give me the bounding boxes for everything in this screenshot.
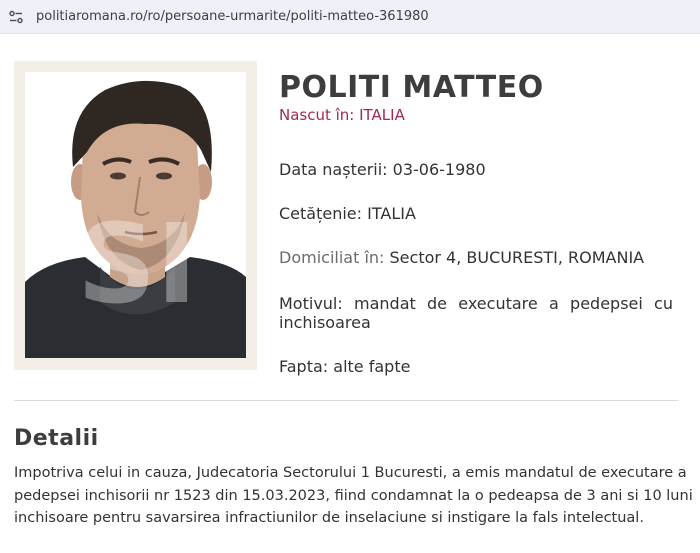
motive-row: Motivul: mandat de executare a pedepsei … — [279, 294, 673, 332]
site-settings-icon[interactable] — [8, 9, 24, 25]
url-text[interactable]: politiaromana.ro/ro/persoane-urmarite/po… — [36, 9, 429, 24]
photo-watermark: SI — [77, 200, 197, 328]
citizenship-value: ITALIA — [367, 204, 416, 223]
details-line: inchisoare pentru savarsirea infractiuni… — [14, 510, 644, 526]
motive-line-2: inchisoarea — [279, 313, 371, 332]
domicile-label: Domiciliat în: — [279, 248, 385, 267]
birth-country: Nascut în: ITALIA — [279, 106, 405, 124]
address-bar[interactable]: politiaromana.ro/ro/persoane-urmarite/po… — [0, 0, 700, 34]
motive-label: Motivul: — [279, 294, 343, 313]
birth-date-label: Data nașterii: — [279, 160, 388, 179]
deed-row: Fapta: alte fapte — [279, 357, 410, 376]
details-line: pedepsei inchisorii nr 1523 din 15.03.20… — [14, 487, 693, 504]
motive-text: mandat de executare a pedepsei cu — [354, 294, 673, 313]
person-name: POLITI MATTEO — [279, 70, 544, 105]
section-divider — [14, 400, 678, 401]
details-title: Detalii — [14, 426, 99, 451]
details-text: Impotriva celui in cauza, Judecatoria Se… — [14, 462, 693, 530]
domicile-row: Domiciliat în: Sector 4, BUCURESTI, ROMA… — [279, 248, 644, 267]
deed-value: alte fapte — [333, 357, 411, 376]
person-photo: SI — [25, 72, 246, 358]
details-line: Impotriva celui in cauza, Judecatoria Se… — [14, 465, 687, 481]
citizenship-row: Cetățenie: ITALIA — [279, 204, 416, 223]
deed-label: Fapta: — [279, 357, 329, 376]
motive-line-1: Motivul: mandat de executare a pedepsei … — [279, 294, 673, 313]
citizenship-label: Cetățenie: — [279, 204, 363, 223]
domicile-value: Sector 4, BUCURESTI, ROMANIA — [389, 248, 645, 267]
birth-date-row: Data nașterii: 03-06-1980 — [279, 160, 486, 179]
birth-date-value: 03-06-1980 — [392, 160, 486, 179]
